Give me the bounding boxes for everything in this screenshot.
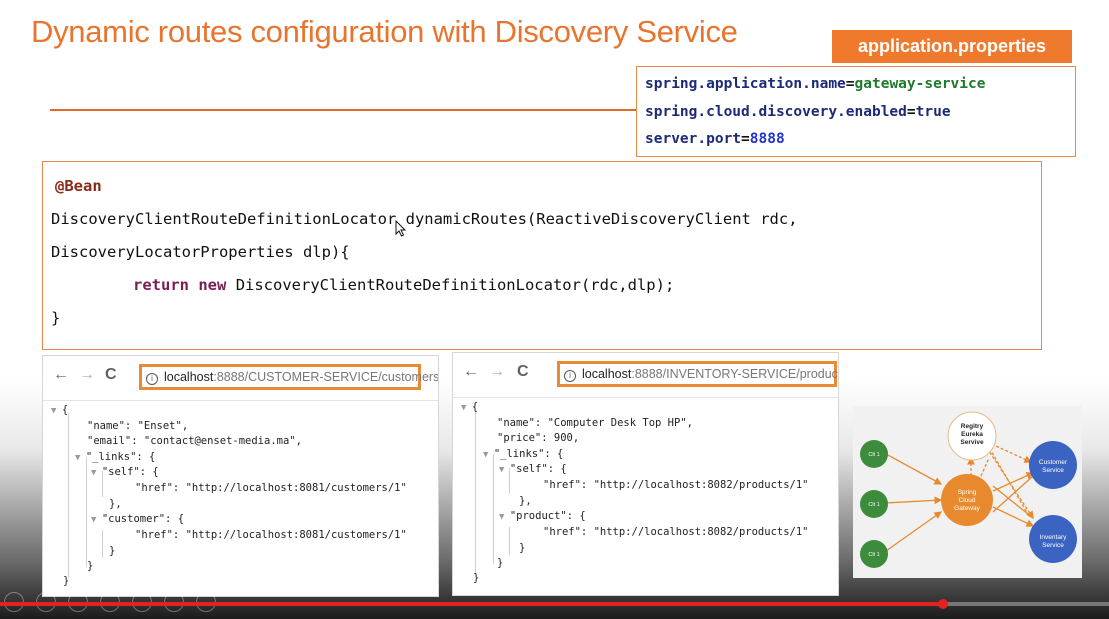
json-line: "name": "Enset",	[87, 420, 189, 432]
code-annotation: @Bean	[55, 177, 102, 195]
json-viewer: ▼ { "name": "Enset", "email": "contact@e…	[43, 400, 438, 596]
json-guide	[86, 457, 87, 567]
registry-label: Regitry	[961, 423, 984, 430]
json-line: "href": "http://localhost:8081/customers…	[135, 529, 407, 541]
arrow	[980, 457, 990, 477]
json-guide	[493, 454, 494, 564]
arrow	[992, 485, 1034, 519]
arrow	[992, 506, 1035, 527]
architecture-svg: Regitry Eureka Servive Spring Cloud Gate…	[860, 411, 1077, 568]
mouse-cursor-icon	[395, 220, 407, 237]
json-guide	[475, 411, 476, 575]
json-line: }	[87, 560, 94, 572]
arrow	[885, 511, 943, 552]
property-line: spring.cloud.discovery.enabled=true	[645, 104, 951, 120]
url-host: localhost	[582, 367, 632, 381]
arrow	[885, 496, 943, 505]
code-line: return new DiscoveryClientRouteDefinitio…	[133, 276, 675, 294]
json-line: }	[109, 545, 116, 557]
inventory-service-label: Service	[1042, 542, 1064, 549]
json-line: "href": "http://localhost:8082/products/…	[543, 526, 809, 538]
customer-service-label: Customer	[1039, 459, 1068, 466]
forward-icon[interactable]: →	[489, 363, 505, 381]
json-line: "href": "http://localhost:8081/customers…	[135, 482, 407, 494]
address-bar[interactable]: i localhost:8888/INVENTORY-SERVICE/produc…	[557, 361, 839, 387]
code-block: @Bean DiscoveryClientRouteDefinitionLoca…	[42, 161, 1042, 350]
back-icon[interactable]: ←	[53, 366, 69, 384]
json-line: },	[519, 495, 532, 507]
reload-icon[interactable]: C	[105, 366, 117, 384]
json-line: },	[109, 498, 122, 510]
json-line: }	[497, 557, 504, 569]
json-line: ▼ {	[461, 401, 479, 413]
gateway-label: Spring	[958, 489, 977, 496]
json-line: "price": 900,	[497, 432, 580, 444]
info-icon[interactable]: i	[146, 373, 158, 385]
browser-toolbar: ← → C i localhost:8888/CUSTOMER-SERVICE/c…	[43, 356, 438, 401]
json-line: ▼ "product": {	[499, 510, 586, 522]
client-label: Clt 1	[868, 552, 879, 558]
customer-service-label: Service	[1042, 467, 1064, 474]
registry-label: Servive	[960, 439, 984, 446]
client-label: Clt 1	[868, 502, 879, 508]
code-line: DiscoveryLocatorProperties dlp){	[51, 243, 350, 261]
json-line: }	[473, 572, 480, 584]
json-guide	[68, 414, 69, 578]
json-viewer: ▼ { "name": "Computer Desk Top HP", "pri…	[453, 397, 838, 595]
properties-box: spring.application.name=gateway-service …	[636, 66, 1076, 157]
title-divider	[50, 109, 636, 111]
properties-file-tag: application.properties	[832, 30, 1072, 63]
client-label: Clt 1	[868, 452, 879, 458]
arrow	[885, 453, 943, 485]
property-line: spring.application.name=gateway-service	[645, 76, 986, 92]
json-line: "email": "contact@enset-media.ma",	[87, 435, 302, 447]
arrow	[986, 443, 1030, 517]
json-line: ▼ "_links": {	[483, 448, 564, 460]
back-icon[interactable]: ←	[463, 363, 479, 381]
json-line: }	[519, 542, 526, 554]
inventory-service-label: Inventary	[1040, 534, 1067, 541]
json-line: "name": "Computer Desk Top HP",	[497, 417, 693, 429]
reload-icon[interactable]: C	[517, 363, 529, 381]
address-bar[interactable]: i localhost:8888/CUSTOMER-SERVICE/custome…	[139, 364, 438, 390]
code-line: }	[51, 309, 61, 327]
slide-title: Dynamic routes configuration with Discov…	[31, 14, 738, 49]
slide: Dynamic routes configuration with Discov…	[0, 0, 1109, 619]
json-guide	[509, 527, 510, 555]
json-guide	[102, 530, 103, 558]
url-path: :8888/INVENTORY-SERVICE/products/1	[631, 367, 839, 381]
url-path: :8888/CUSTOMER-SERVICE/customers/1	[213, 370, 439, 384]
video-progress-handle[interactable]	[938, 599, 948, 609]
json-line: ▼ "_links": {	[75, 451, 156, 463]
info-icon[interactable]: i	[564, 370, 576, 382]
browser-window-products: ← → C i localhost:8888/INVENTORY-SERVICE/…	[452, 352, 839, 596]
browser-window-customers: ← → C i localhost:8888/CUSTOMER-SERVICE/c…	[42, 355, 439, 597]
json-line: "href": "http://localhost:8082/products/…	[543, 479, 809, 491]
gateway-label: Cloud	[959, 497, 976, 504]
registry-label: Eureka	[961, 431, 983, 438]
json-line: ▼ {	[51, 404, 69, 416]
code-line: DiscoveryClientRouteDefinitionLocator dy…	[51, 210, 798, 228]
gateway-label: Gateway	[954, 505, 980, 512]
video-progress-played	[0, 602, 943, 606]
json-line: ▼ "self": {	[499, 463, 567, 475]
json-line: ▼ "customer": {	[91, 513, 185, 525]
browser-toolbar: ← → C i localhost:8888/INVENTORY-SERVICE/…	[453, 353, 838, 398]
url-host: localhost	[164, 370, 214, 384]
property-line: server.port=8888	[645, 131, 785, 147]
forward-icon[interactable]: →	[79, 366, 95, 384]
json-line: }	[63, 575, 70, 587]
architecture-diagram: Regitry Eureka Servive Spring Cloud Gate…	[853, 406, 1082, 578]
json-line: ▼ "self": {	[91, 466, 159, 478]
